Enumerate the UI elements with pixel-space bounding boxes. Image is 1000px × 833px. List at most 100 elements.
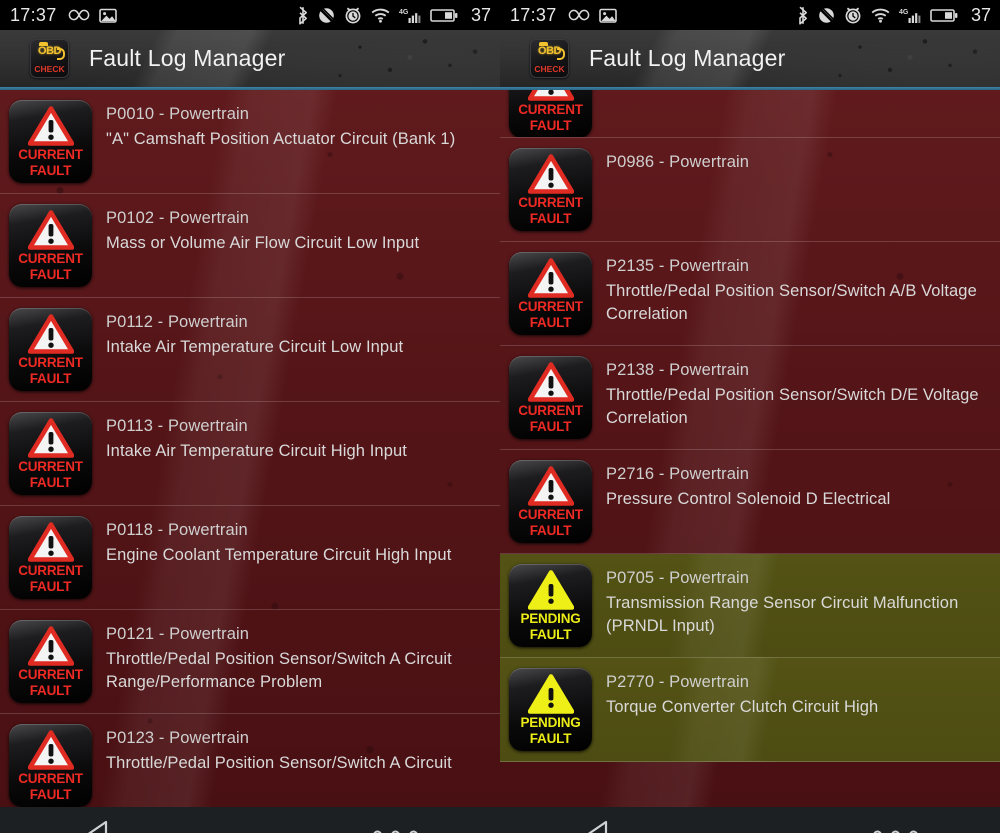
warning-triangle-icon <box>527 674 574 714</box>
fault-description: Pressure Control Solenoid D Electrical <box>606 490 891 508</box>
gallery-icon <box>598 8 617 23</box>
status-left-icons <box>68 8 117 23</box>
fault-code: P0113 - Powertrain <box>106 417 248 435</box>
fault-list-item[interactable]: CURRENT FAULT P0113 - Powertrain Intake Air… <box>0 402 500 506</box>
fault-description: Intake Air Temperature Circuit Low Input <box>106 338 404 356</box>
action-bar-left: OBD CHECK Fault Log Manager <box>0 30 500 87</box>
fault-text-block: P0113 - Powertrain Intake Air Temperature… <box>106 412 492 463</box>
fault-status-line1: CURRENT <box>18 147 83 162</box>
warning-triangle-icon <box>27 522 74 562</box>
fault-description: Engine Coolant Temperature Circuit High … <box>106 546 452 564</box>
svg-text:4G: 4G <box>399 9 409 16</box>
fault-list-item[interactable]: CURRENT FAULT P2135 - Powertrain Throttle/P… <box>500 242 1000 346</box>
back-button[interactable] <box>584 820 610 833</box>
current-fault-badge: CURRENT FAULT <box>9 620 92 703</box>
fault-status-line1: CURRENT <box>518 102 583 117</box>
fault-status-line2: FAULT <box>529 315 572 330</box>
current-fault-badge: CURRENT FAULT <box>9 724 92 807</box>
signal-4g-icon: 4G <box>399 7 421 24</box>
warning-triangle-icon <box>27 626 74 666</box>
current-fault-badge: CURRENT FAULT <box>9 100 92 183</box>
fault-text-block: P2770 - Powertrain Torque Converter Clutc… <box>606 668 992 719</box>
fault-status-line2: FAULT <box>529 419 572 434</box>
fault-description: Throttle/Pedal Position Sensor/Switch A … <box>106 754 452 772</box>
fault-description: Intake Air Temperature Circuit High Inpu… <box>106 442 407 460</box>
fault-status-line1: CURRENT <box>18 563 83 578</box>
fault-status-line2: FAULT <box>529 118 572 133</box>
fault-list-left[interactable]: CURRENT FAULT P0010 - Powertrain "A" Camsha… <box>0 90 500 807</box>
fault-status-line1: CURRENT <box>518 403 583 418</box>
fault-list-item[interactable]: CURRENT FAULT P0010 - Powertrain "A" Camsha… <box>0 90 500 194</box>
fault-status-line2: FAULT <box>29 787 72 802</box>
fault-status-line1: CURRENT <box>518 195 583 210</box>
fault-code: P0705 - Powertrain <box>606 569 750 587</box>
fault-description: Transmission Range Sensor Circuit Malfun… <box>606 594 959 635</box>
fault-list-item[interactable]: CURRENT FAULT P2716 - Powertrain Pressure C… <box>500 450 1000 554</box>
warning-triangle-icon <box>527 570 574 610</box>
battery-icon <box>930 8 958 23</box>
svg-text:4G: 4G <box>899 9 909 16</box>
fault-list-item[interactable]: CURRENT FAULT P0102 - Powertrain Mass or Vo… <box>0 194 500 298</box>
fault-text-block: P0986 - Powertrain <box>606 148 992 173</box>
fault-text-block: P0112 - Powertrain Intake Air Temperature… <box>106 308 492 359</box>
fault-code: P0121 - Powertrain <box>106 625 250 643</box>
infinity-icon <box>568 9 590 22</box>
fault-code: P0986 - Powertrain <box>606 153 750 171</box>
fault-text-block: P0102 - Powertrain Mass or Volume Air Flo… <box>106 204 492 255</box>
fault-code: P0010 - Powertrain <box>106 105 250 123</box>
fault-code: P2770 - Powertrain <box>606 673 750 691</box>
fault-list-item[interactable]: PENDING FAULT P0705 - Powertrain Transmissi… <box>500 554 1000 658</box>
status-clock: 17:37 <box>510 4 557 25</box>
warning-triangle-icon <box>27 418 74 458</box>
fault-status-line1: CURRENT <box>518 299 583 314</box>
fault-list-item[interactable]: CURRENT FAULT P0123 - Powertrain Throttle/P… <box>0 714 500 807</box>
warning-triangle-icon <box>527 362 574 402</box>
check-icon-label: CHECK <box>34 64 65 74</box>
pending-fault-badge: PENDING FAULT <box>509 564 592 647</box>
dual-screenshot-container: 17:37 4G 37 OBD CHECK Fault Log Manager … <box>0 0 1000 833</box>
fault-status-line1: CURRENT <box>18 251 83 266</box>
fault-code: P0102 - Powertrain <box>106 209 250 227</box>
fault-text-block: P0123 - Powertrain Throttle/Pedal Positio… <box>106 724 492 775</box>
fault-list-item[interactable]: CURRENT FAULT P0986 - Powertrain <box>500 138 1000 242</box>
warning-triangle-icon <box>527 466 574 506</box>
fault-status-line2: FAULT <box>529 627 572 642</box>
fault-description: Torque Converter Clutch Circuit High <box>606 698 879 716</box>
fault-text-block: P0121 - Powertrain Throttle/Pedal Positio… <box>106 620 492 694</box>
fault-status-line1: CURRENT <box>18 459 83 474</box>
fault-code: P0123 - Powertrain <box>106 729 250 747</box>
fault-code: P2716 - Powertrain <box>606 465 750 483</box>
status-right-icons: 4G 37 <box>297 5 491 26</box>
fault-description: Throttle/Pedal Position Sensor/Switch D/… <box>606 386 979 427</box>
current-fault-badge: CURRENT FAULT <box>509 90 592 137</box>
warning-triangle-icon <box>27 314 74 354</box>
fault-text-block: P0118 - Powertrain Engine Coolant Tempera… <box>106 516 492 567</box>
fault-status-line2: FAULT <box>529 731 572 746</box>
fault-list-item[interactable]: CURRENT FAULT P0112 - Powertrain Intake Air… <box>0 298 500 402</box>
fault-list-item[interactable]: CURRENT FAULT P2138 - Powertrain Throttle/P… <box>500 346 1000 450</box>
current-fault-badge: CURRENT FAULT <box>9 412 92 495</box>
back-button[interactable] <box>84 820 110 833</box>
nav-bar-left <box>0 807 500 833</box>
fault-text-block: P2135 - Powertrain Throttle/Pedal Positio… <box>606 252 992 326</box>
action-bar-right: OBD CHECK Fault Log Manager <box>500 30 1000 87</box>
wifi-icon <box>871 8 890 23</box>
fault-status-line2: FAULT <box>29 163 72 178</box>
current-fault-badge: CURRENT FAULT <box>9 516 92 599</box>
mute-icon <box>818 6 835 24</box>
fault-status-line1: CURRENT <box>18 355 83 370</box>
page-title: Fault Log Manager <box>589 45 786 71</box>
fault-status-line2: FAULT <box>29 371 72 386</box>
fault-list-item[interactable]: PENDING FAULT P2770 - Powertrain Torque Con… <box>500 658 1000 762</box>
alarm-icon <box>844 6 862 24</box>
mute-icon <box>318 6 335 24</box>
nav-bar-right <box>500 807 1000 833</box>
fault-list-right[interactable]: CURRENT FAULT CURRENT FAULT P0986 - Powertra… <box>500 90 1000 807</box>
fault-description: Throttle/Pedal Position Sensor/Switch A … <box>106 650 452 691</box>
warning-triangle-icon <box>27 106 74 146</box>
fault-list-item[interactable]: CURRENT FAULT P0121 - Powertrain Throttle/P… <box>0 610 500 714</box>
fault-text-block <box>606 90 992 93</box>
fault-list-item[interactable]: CURRENT FAULT <box>500 90 1000 138</box>
fault-list-item[interactable]: CURRENT FAULT P0118 - Powertrain Engine Coo… <box>0 506 500 610</box>
status-bar-right: 17:37 4G 37 <box>500 0 1000 30</box>
